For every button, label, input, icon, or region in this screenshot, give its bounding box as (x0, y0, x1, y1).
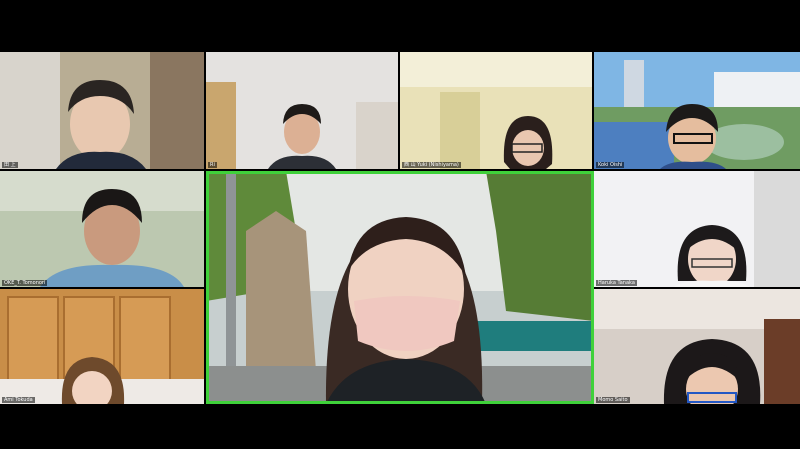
participant-name: 田 上 (2, 162, 18, 168)
participant-tile-4[interactable]: Koki Oishi (594, 52, 800, 169)
participant-video-icon (0, 52, 204, 169)
participant-name: Ri (208, 162, 217, 168)
participant-tile-6[interactable] (206, 171, 594, 404)
participant-video-icon (594, 171, 800, 287)
participant-name: 西 山 Yuki (Nishiyama) (402, 162, 461, 168)
participant-name: OKE_T. Tomonori (2, 280, 48, 286)
participant-video-icon (206, 171, 594, 404)
participant-tile-3[interactable]: 西 山 Yuki (Nishiyama) (400, 52, 592, 169)
participant-tile-9[interactable]: Momo Saito (594, 289, 800, 404)
participant-video-icon (594, 52, 800, 169)
participant-name: Momo Saito (596, 397, 630, 403)
participant-name: Ami Tokuda (2, 397, 35, 403)
participant-video-icon (0, 289, 204, 404)
participant-tile-5[interactable]: OKE_T. Tomonori (0, 171, 204, 287)
participant-tile-2[interactable]: Ri (206, 52, 398, 169)
participant-tile-7[interactable]: Haruka Tanaka (594, 171, 800, 287)
participant-name: Haruka Tanaka (596, 280, 637, 286)
participant-video-icon (0, 171, 204, 287)
participant-video-icon (594, 289, 800, 404)
participant-video-icon (206, 52, 398, 169)
participant-tile-1[interactable]: 田 上 (0, 52, 204, 169)
video-gallery: 田 上 Ri 西 山 Yuki (Nishiyama) Koki Oishi O… (0, 52, 800, 404)
participant-video-icon (400, 52, 592, 169)
participant-tile-8[interactable]: Ami Tokuda (0, 289, 204, 404)
participant-name: Koki Oishi (596, 162, 625, 168)
